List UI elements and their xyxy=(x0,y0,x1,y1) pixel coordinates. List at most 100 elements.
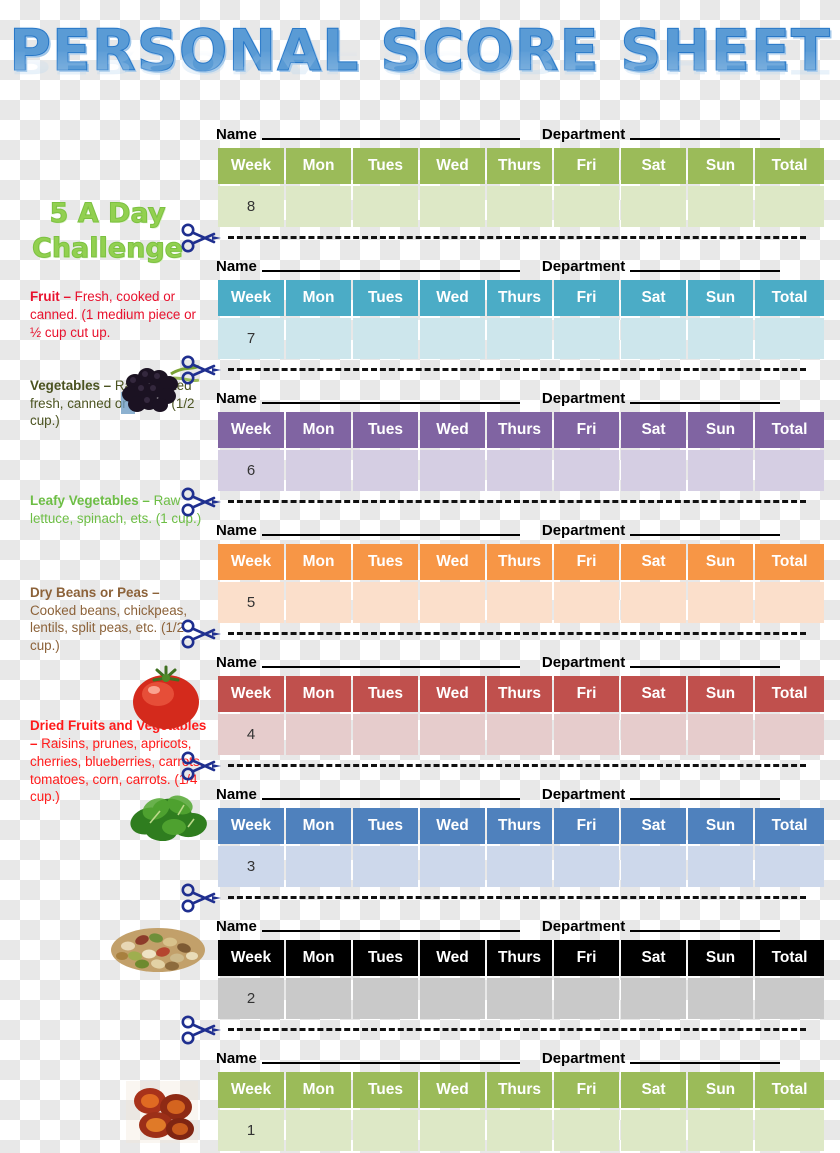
score-sheet-week-3: Name Department Week Mon Tues Wed Thurs Fri Sat S… xyxy=(181,775,824,913)
entry-cell-wed[interactable] xyxy=(420,714,485,755)
entry-cell-mon[interactable] xyxy=(286,582,351,623)
entry-cell-thurs[interactable] xyxy=(487,582,552,623)
department-label: Department xyxy=(541,1050,626,1067)
name-input[interactable] xyxy=(261,666,520,668)
entry-cell-thurs[interactable] xyxy=(487,450,552,491)
entry-cell-tues[interactable] xyxy=(353,846,418,887)
entry-cell-total[interactable] xyxy=(755,846,824,887)
column-header-sun: Sun xyxy=(688,280,753,316)
column-header-thurs: Thurs xyxy=(487,280,552,316)
entry-cell-tues[interactable] xyxy=(353,582,418,623)
entry-cell-sat[interactable] xyxy=(621,978,686,1019)
entry-cell-sat[interactable] xyxy=(621,1110,686,1151)
entry-cell-sat[interactable] xyxy=(621,714,686,755)
entry-cell-wed[interactable] xyxy=(420,582,485,623)
entry-cell-sun[interactable] xyxy=(688,846,753,887)
department-input[interactable] xyxy=(630,534,781,536)
entry-cell-sun[interactable] xyxy=(688,714,753,755)
name-input[interactable] xyxy=(261,534,520,536)
entry-cell-mon[interactable] xyxy=(286,846,351,887)
entry-cell-sat[interactable] xyxy=(621,318,686,359)
entry-cell-wed[interactable] xyxy=(420,846,485,887)
entry-cell-thurs[interactable] xyxy=(487,318,552,359)
entry-cell-total[interactable] xyxy=(755,978,824,1019)
entry-cell-thurs[interactable] xyxy=(487,846,552,887)
entry-cell-total[interactable] xyxy=(755,186,824,227)
score-sheet-week-7: Name Department Week Mon Tues Wed Thurs Fri Sat S… xyxy=(181,247,824,385)
department-input[interactable] xyxy=(630,1062,781,1064)
entry-cell-total[interactable] xyxy=(755,714,824,755)
score-sheet-week-2: Name Department Week Mon Tues Wed Thurs Fri Sat S… xyxy=(181,907,824,1045)
entry-cell-sat[interactable] xyxy=(621,186,686,227)
entry-cell-sun[interactable] xyxy=(688,186,753,227)
entry-cell-thurs[interactable] xyxy=(487,714,552,755)
entry-cell-sat[interactable] xyxy=(621,450,686,491)
column-header-total: Total xyxy=(755,676,824,712)
entry-cell-total[interactable] xyxy=(755,450,824,491)
name-input[interactable] xyxy=(261,138,520,140)
entry-cell-tues[interactable] xyxy=(353,978,418,1019)
name-input[interactable] xyxy=(261,270,520,272)
name-department-row: Name Department xyxy=(216,511,806,542)
entry-cell-sun[interactable] xyxy=(688,582,753,623)
entry-cell-wed[interactable] xyxy=(420,186,485,227)
entry-cell-total[interactable] xyxy=(755,582,824,623)
entry-cell-total[interactable] xyxy=(755,1110,824,1151)
column-header-thurs: Thurs xyxy=(487,148,552,184)
department-label: Department xyxy=(541,522,626,539)
entry-cell-thurs[interactable] xyxy=(487,1110,552,1151)
entry-cell-fri[interactable] xyxy=(554,186,619,227)
table-header-row: Week Mon Tues Wed Thurs Fri Sat Sun Total xyxy=(218,940,824,976)
department-input[interactable] xyxy=(630,402,781,404)
entry-cell-wed[interactable] xyxy=(420,978,485,1019)
department-input[interactable] xyxy=(630,798,781,800)
entry-cell-mon[interactable] xyxy=(286,1110,351,1151)
name-input[interactable] xyxy=(261,1062,520,1064)
entry-cell-tues[interactable] xyxy=(353,450,418,491)
name-input[interactable] xyxy=(261,798,520,800)
entry-cell-total[interactable] xyxy=(755,318,824,359)
entry-cell-wed[interactable] xyxy=(420,1110,485,1151)
entry-cell-tues[interactable] xyxy=(353,714,418,755)
entry-cell-mon[interactable] xyxy=(286,186,351,227)
entry-cell-mon[interactable] xyxy=(286,978,351,1019)
name-input[interactable] xyxy=(261,930,520,932)
entry-cell-fri[interactable] xyxy=(554,450,619,491)
entry-cell-sun[interactable] xyxy=(688,450,753,491)
cut-line xyxy=(181,487,806,517)
entry-cell-sun[interactable] xyxy=(688,978,753,1019)
department-input[interactable] xyxy=(630,138,781,140)
entry-cell-sat[interactable] xyxy=(621,846,686,887)
name-input[interactable] xyxy=(261,402,520,404)
column-header-tues: Tues xyxy=(353,1072,418,1108)
entry-cell-fri[interactable] xyxy=(554,846,619,887)
name-label: Name xyxy=(216,918,257,935)
entry-cell-thurs[interactable] xyxy=(487,186,552,227)
entry-cell-fri[interactable] xyxy=(554,978,619,1019)
entry-cell-mon[interactable] xyxy=(286,318,351,359)
entry-cell-sat[interactable] xyxy=(621,582,686,623)
entry-cell-fri[interactable] xyxy=(554,582,619,623)
entry-cell-fri[interactable] xyxy=(554,714,619,755)
entry-cell-mon[interactable] xyxy=(286,714,351,755)
department-label: Department xyxy=(541,786,626,803)
department-input[interactable] xyxy=(630,930,781,932)
entry-cell-tues[interactable] xyxy=(353,1110,418,1151)
entry-cell-sun[interactable] xyxy=(688,318,753,359)
week-number-cell: 1 xyxy=(218,1110,284,1151)
entry-cell-tues[interactable] xyxy=(353,186,418,227)
entry-cell-wed[interactable] xyxy=(420,318,485,359)
entry-cell-mon[interactable] xyxy=(286,450,351,491)
department-input[interactable] xyxy=(630,666,781,668)
page-title-reflection: PERSONAL SCORE SHEET xyxy=(9,43,831,81)
name-label: Name xyxy=(216,1050,257,1067)
entry-cell-fri[interactable] xyxy=(554,318,619,359)
column-header-thurs: Thurs xyxy=(487,940,552,976)
entry-cell-tues[interactable] xyxy=(353,318,418,359)
entry-cell-sun[interactable] xyxy=(688,1110,753,1151)
entry-cell-thurs[interactable] xyxy=(487,978,552,1019)
column-header-mon: Mon xyxy=(286,412,351,448)
department-input[interactable] xyxy=(630,270,781,272)
entry-cell-fri[interactable] xyxy=(554,1110,619,1151)
entry-cell-wed[interactable] xyxy=(420,450,485,491)
